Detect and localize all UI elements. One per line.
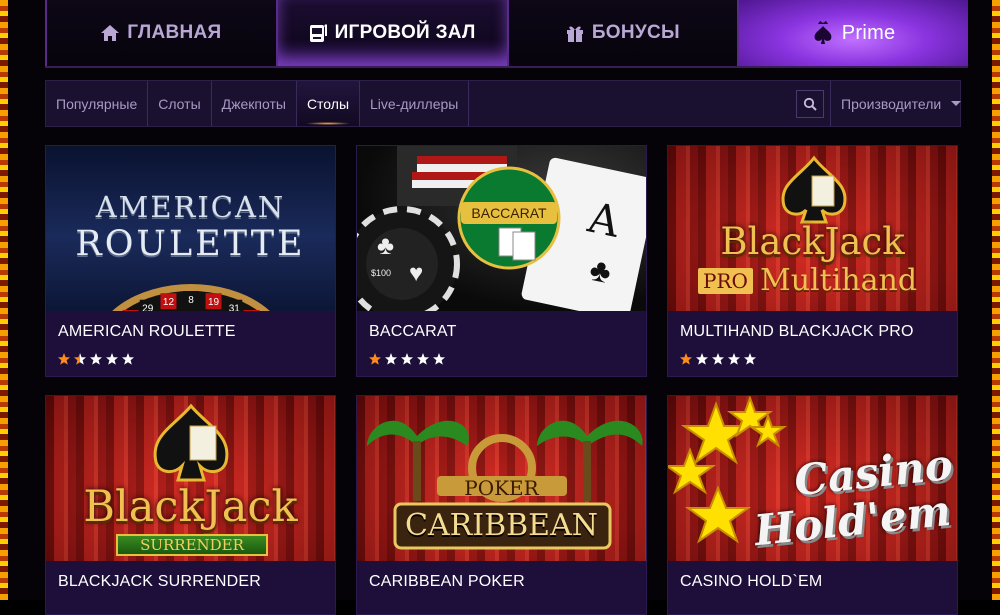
wheel-number: 31 bbox=[229, 304, 241, 311]
star-icon bbox=[74, 353, 86, 365]
game-title: AMERICAN ROULETTE bbox=[46, 311, 335, 347]
thumb-title-line1: BlackJack bbox=[46, 482, 335, 532]
baccarat-badge: BACCARAT bbox=[471, 205, 547, 221]
chevron-down-icon bbox=[951, 101, 961, 106]
tab-tables[interactable]: Столы bbox=[297, 81, 360, 126]
game-thumbnail: BlackJack SURRENDER bbox=[46, 396, 335, 561]
nav-bonuses[interactable]: БОНУСЫ bbox=[509, 0, 740, 66]
star-icon bbox=[58, 353, 70, 365]
star-icon bbox=[417, 353, 429, 365]
crowned-spade-emblem bbox=[146, 402, 236, 482]
pro-badge: PRO bbox=[698, 268, 753, 294]
game-thumbnail: Casino Hold'em bbox=[668, 396, 957, 561]
category-filter-bar: Популярные Слоты Джекпоты Столы Live-дил… bbox=[45, 80, 961, 127]
star-icon bbox=[433, 353, 445, 365]
nav-prime[interactable]: Prime bbox=[739, 0, 968, 66]
provider-label: Производители bbox=[841, 96, 941, 112]
thumb-title-line2: ROULETTE bbox=[46, 224, 335, 264]
wheel-number: 8 bbox=[188, 295, 194, 306]
star-rating bbox=[668, 347, 957, 365]
tab-popular[interactable]: Популярные bbox=[46, 81, 148, 126]
main-nav: ГЛАВНАЯ ИГРОВОЙ ЗАЛ БОНУСЫ Prime bbox=[45, 0, 968, 68]
game-card-american-roulette[interactable]: AMERICAN ROULETTE 27102529128193118621 A… bbox=[45, 145, 336, 377]
tab-live-dealers[interactable]: Live-диллеры bbox=[360, 81, 469, 126]
chip-value: $100 bbox=[371, 268, 391, 278]
left-decorative-border bbox=[0, 0, 8, 600]
star-icon bbox=[106, 353, 118, 365]
star-icon bbox=[122, 353, 134, 365]
provider-dropdown[interactable]: Производители bbox=[830, 81, 960, 126]
right-decorative-border bbox=[992, 0, 1000, 600]
crowned-spade-emblem bbox=[776, 154, 852, 224]
game-title: BACCARAT bbox=[357, 311, 646, 347]
gift-icon bbox=[566, 24, 584, 42]
slot-machine-icon bbox=[309, 23, 327, 43]
nav-home[interactable]: ГЛАВНАЯ bbox=[45, 0, 278, 66]
search-button[interactable] bbox=[796, 90, 824, 118]
game-card-caribbean-poker[interactable]: POKER CARIBBEAN CARIBBEAN POKER bbox=[356, 395, 647, 615]
svg-text:♥: ♥ bbox=[409, 260, 423, 287]
game-thumbnail: BlackJack PRO Multihand bbox=[668, 146, 957, 311]
star-icon bbox=[744, 353, 756, 365]
star-icon bbox=[696, 353, 708, 365]
game-card-blackjack-surrender[interactable]: BlackJack SURRENDER BLACKJACK SURRENDER bbox=[45, 395, 336, 615]
home-icon bbox=[101, 25, 119, 41]
star-icon bbox=[712, 353, 724, 365]
roulette-wheel: 27102529128193118621 bbox=[91, 274, 291, 311]
nav-home-label: ГЛАВНАЯ bbox=[127, 22, 221, 44]
star-icon bbox=[680, 353, 692, 365]
game-title: MULTIHAND BLACKJACK PRO bbox=[668, 311, 957, 347]
crowned-spade-icon bbox=[812, 20, 834, 46]
page: ГЛАВНАЯ ИГРОВОЙ ЗАЛ БОНУСЫ Prime Популяр… bbox=[8, 0, 992, 600]
nav-game-hall[interactable]: ИГРОВОЙ ЗАЛ bbox=[278, 0, 509, 66]
star-icon bbox=[728, 353, 740, 365]
thumb-title-line1: AMERICAN bbox=[46, 190, 335, 224]
star-rating bbox=[357, 347, 646, 365]
wheel-number: 29 bbox=[142, 304, 154, 311]
thumb-subtitle-ribbon: SURRENDER bbox=[116, 534, 268, 556]
star-icon bbox=[401, 353, 413, 365]
star-icon bbox=[90, 353, 102, 365]
thumb-title-line1: POKER bbox=[357, 476, 646, 500]
svg-text:♣: ♣ bbox=[377, 230, 394, 260]
game-thumbnail: AMERICAN ROULETTE 27102529128193118621 bbox=[46, 146, 335, 311]
nav-bonuses-label: БОНУСЫ bbox=[592, 22, 680, 44]
game-title: CARIBBEAN POKER bbox=[357, 561, 646, 597]
game-title: CASINO HOLD`EM bbox=[668, 561, 957, 597]
search-icon bbox=[803, 97, 817, 111]
nav-game-hall-label: ИГРОВОЙ ЗАЛ bbox=[335, 22, 476, 44]
game-title: BLACKJACK SURRENDER bbox=[46, 561, 335, 597]
baccarat-artwork: A ♣ ♣ ♥ $100 BACCARAT bbox=[357, 146, 646, 311]
game-card-baccarat[interactable]: A ♣ ♣ ♥ $100 BACCARAT BACCARAT bbox=[356, 145, 647, 377]
tab-slots[interactable]: Слоты bbox=[148, 81, 211, 126]
thumb-title-line1: BlackJack bbox=[668, 220, 957, 263]
game-thumbnail: POKER CARIBBEAN bbox=[357, 396, 646, 561]
tab-jackpots[interactable]: Джекпоты bbox=[212, 81, 297, 126]
thumb-title-line2: Multihand bbox=[760, 263, 917, 298]
thumb-title-line2: CARIBBEAN bbox=[357, 508, 646, 543]
wheel-number: 12 bbox=[163, 297, 175, 308]
wheel-number: 19 bbox=[208, 297, 220, 308]
game-thumbnail: A ♣ ♣ ♥ $100 BACCARAT bbox=[357, 146, 646, 311]
game-card-multihand-blackjack-pro[interactable]: BlackJack PRO Multihand MULTIHAND BLACKJ… bbox=[667, 145, 958, 377]
star-icon bbox=[385, 353, 397, 365]
star-icon bbox=[369, 353, 381, 365]
nav-prime-label: Prime bbox=[842, 22, 896, 45]
star-rating bbox=[46, 347, 335, 365]
game-card-casino-holdem[interactable]: Casino Hold'em CASINO HOLD`EM bbox=[667, 395, 958, 615]
